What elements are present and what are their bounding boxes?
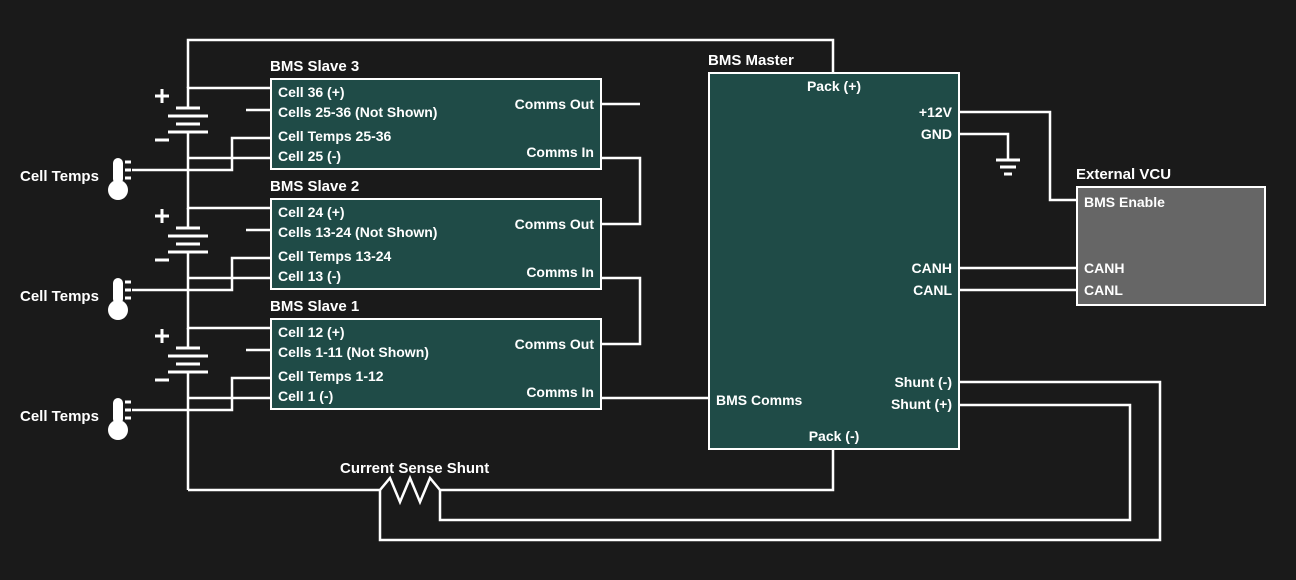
bms-master: Pack (+) Pack (-) +12V GND CANH CANL Shu… (708, 72, 960, 450)
bms-slave-1: Cell 12 (+) Cells 1-11 (Not Shown) Cell … (270, 318, 602, 410)
vcu-canl: CANL (1084, 282, 1123, 298)
cell-temps-label-1: Cell Temps (20, 408, 99, 425)
slave2-cell-pos: Cell 24 (+) (278, 204, 345, 220)
slave2-title: BMS Slave 2 (270, 178, 359, 195)
master-shunt-neg: Shunt (-) (894, 374, 952, 390)
slave2-comms-in: Comms In (526, 264, 594, 280)
vcu-canh: CANH (1084, 260, 1124, 276)
external-vcu: BMS Enable CANH CANL (1076, 186, 1266, 306)
slave1-cell-pos: Cell 12 (+) (278, 324, 345, 340)
cell-temps-label-2: Cell Temps (20, 288, 99, 305)
master-pack-neg: Pack (-) (809, 428, 860, 444)
slave3-cell-pos: Cell 36 (+) (278, 84, 345, 100)
slave3-temps: Cell Temps 25-36 (278, 128, 391, 144)
slave2-cell-neg: Cell 13 (-) (278, 268, 341, 284)
diagram-stage: BMS Slave 3 Cell 36 (+) Cells 25-36 (Not… (0, 0, 1296, 580)
slave1-comms-in: Comms In (526, 384, 594, 400)
master-12v: +12V (919, 104, 952, 120)
slave1-cells-range: Cells 1-11 (Not Shown) (278, 344, 429, 360)
master-gnd: GND (921, 126, 952, 142)
cell-temps-label-3: Cell Temps (20, 168, 99, 185)
master-bms-comms: BMS Comms (716, 392, 802, 408)
slave1-comms-out: Comms Out (515, 336, 594, 352)
slave2-cells-range: Cells 13-24 (Not Shown) (278, 224, 437, 240)
slave3-title: BMS Slave 3 (270, 58, 359, 75)
slave3-comms-out: Comms Out (515, 96, 594, 112)
bms-slave-2: Cell 24 (+) Cells 13-24 (Not Shown) Cell… (270, 198, 602, 290)
slave3-cells-range: Cells 25-36 (Not Shown) (278, 104, 437, 120)
master-canh: CANH (912, 260, 952, 276)
shunt-label: Current Sense Shunt (340, 460, 489, 477)
slave3-comms-in: Comms In (526, 144, 594, 160)
master-title: BMS Master (708, 52, 794, 69)
slave2-temps: Cell Temps 13-24 (278, 248, 391, 264)
slave2-comms-out: Comms Out (515, 216, 594, 232)
slave1-temps: Cell Temps 1-12 (278, 368, 384, 384)
slave1-cell-neg: Cell 1 (-) (278, 388, 333, 404)
slave1-title: BMS Slave 1 (270, 298, 359, 315)
vcu-bms-enable: BMS Enable (1084, 194, 1165, 210)
slave3-cell-neg: Cell 25 (-) (278, 148, 341, 164)
bms-slave-3: Cell 36 (+) Cells 25-36 (Not Shown) Cell… (270, 78, 602, 170)
vcu-title: External VCU (1076, 166, 1171, 183)
master-canl: CANL (913, 282, 952, 298)
master-pack-pos: Pack (+) (807, 78, 861, 94)
master-shunt-pos: Shunt (+) (891, 396, 952, 412)
